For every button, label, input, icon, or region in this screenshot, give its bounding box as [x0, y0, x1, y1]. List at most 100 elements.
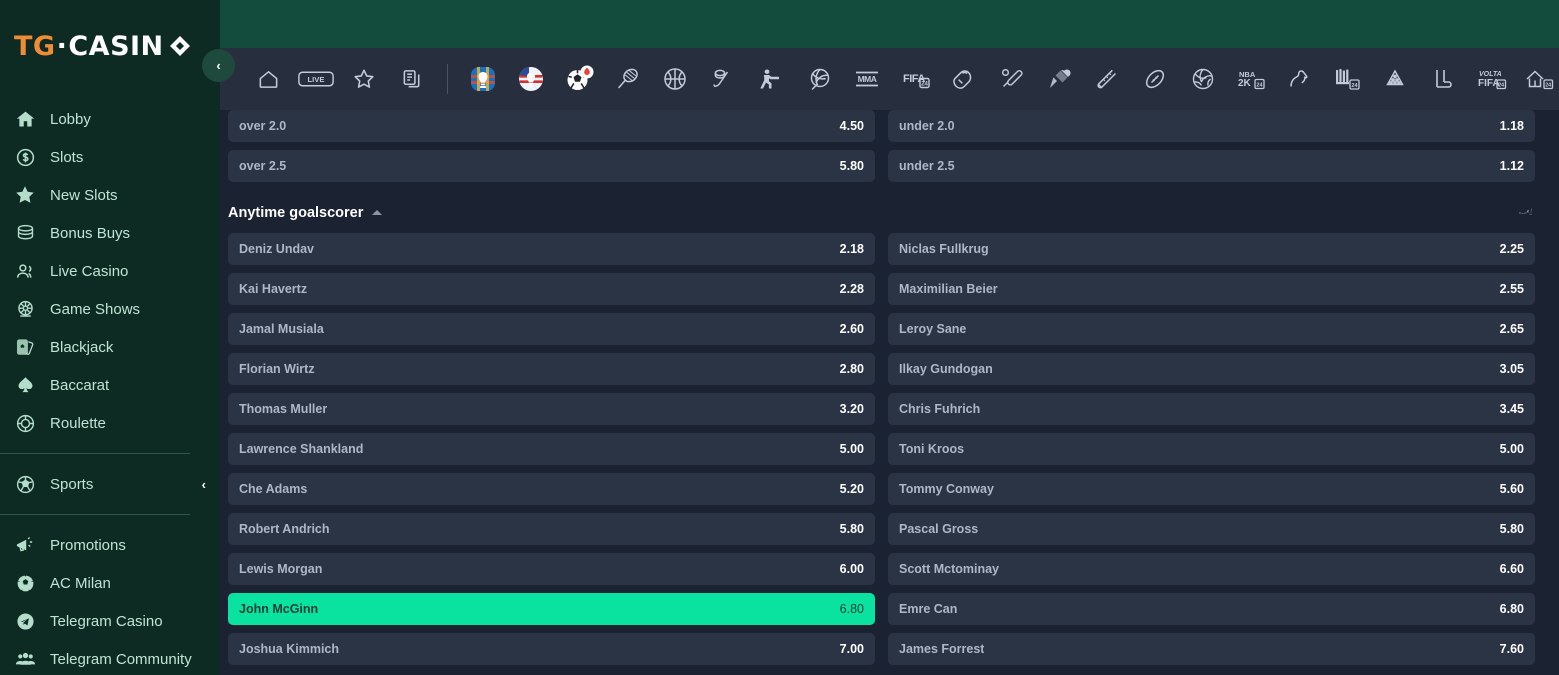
- bet-odds: 2.55: [1499, 282, 1524, 296]
- sidebar-item-label: Game Shows: [50, 300, 141, 318]
- tennis-icon[interactable]: [603, 54, 651, 104]
- nba2k-icon[interactable]: NBA 2K 24: [1227, 54, 1275, 104]
- sidebar-item-label: Sports: [50, 475, 94, 493]
- bet-odds: 2.65: [1499, 322, 1524, 336]
- bet-row[interactable]: Niclas Fullkrug 2.25: [888, 233, 1535, 265]
- bet-row[interactable]: Tommy Conway 5.60: [888, 473, 1535, 505]
- bet-row[interactable]: over 2.0 4.50: [228, 110, 875, 142]
- bet-row[interactable]: Emre Can 6.80: [888, 593, 1535, 625]
- sidebar-item-sports[interactable]: Sports ‹: [0, 465, 220, 503]
- nav-divider: [447, 64, 448, 94]
- bet-row[interactable]: Joshua Kimmich 7.00: [228, 633, 875, 665]
- bet-row[interactable]: under 2.5 1.12: [888, 150, 1535, 182]
- bet-name: Kai Havertz: [239, 282, 308, 296]
- mma-icon[interactable]: MMA: [843, 54, 891, 104]
- star-icon[interactable]: [340, 54, 388, 104]
- snooker-icon[interactable]: [1371, 54, 1419, 104]
- people-icon: [14, 260, 36, 282]
- collapse-sidebar-button[interactable]: ‹: [202, 49, 235, 82]
- badminton-icon[interactable]: [1035, 54, 1083, 104]
- svg-text:2K: 2K: [1238, 78, 1252, 89]
- sidebar-item-lobby[interactable]: Lobby: [0, 100, 220, 138]
- caret-up-icon[interactable]: [372, 210, 383, 215]
- handball-icon[interactable]: [1179, 54, 1227, 104]
- greyhound-icon[interactable]: 24: [1323, 54, 1371, 104]
- futsal-icon[interactable]: 24: [1515, 54, 1559, 104]
- bet-name: Joshua Kimmich: [239, 642, 340, 656]
- boxing-glove-icon[interactable]: [939, 54, 987, 104]
- sports-topnav: LIVE MMA FIFA 24 NBA 2K 24 24 VOLTA FIFA…: [220, 48, 1559, 110]
- sidebar-item-promotions[interactable]: Promotions: [0, 526, 220, 564]
- bet-odds: 5.80: [839, 522, 864, 536]
- bet-row[interactable]: Maximilian Beier 2.55: [888, 273, 1535, 305]
- bet-row[interactable]: Scott Mctominay 6.60: [888, 553, 1535, 585]
- copa-america-icon[interactable]: [507, 54, 555, 104]
- sidebar-item-game-shows[interactable]: Game Shows: [0, 290, 220, 328]
- live-badge-icon[interactable]: LIVE: [292, 54, 340, 104]
- bet-row[interactable]: Robert Andrich 5.80: [228, 513, 875, 545]
- rugby-icon[interactable]: [1131, 54, 1179, 104]
- page-header-banner: [220, 0, 1559, 48]
- bet-name: Toni Kroos: [899, 442, 965, 456]
- over-under-market: over 2.0 4.50 over 2.5 5.80 under 2.0 1.…: [220, 110, 1559, 190]
- bet-row[interactable]: Toni Kroos 5.00: [888, 433, 1535, 465]
- bet-row[interactable]: Jamal Musiala 2.60: [228, 313, 875, 345]
- ice-hockey-icon[interactable]: [699, 54, 747, 104]
- brand-logo[interactable]: TG · CASIN: [0, 0, 220, 92]
- sidebar-item-live-casino[interactable]: Live Casino: [0, 252, 220, 290]
- market-collapse-toggle[interactable]: Anytime goalscorer: [228, 205, 383, 221]
- cards-icon: [14, 336, 36, 358]
- over-under-right-column: under 2.0 1.18 under 2.5 1.12: [888, 110, 1535, 190]
- baseball-icon[interactable]: [1083, 54, 1131, 104]
- bet-row[interactable]: Florian Wirtz 2.80: [228, 353, 875, 385]
- pin-icon[interactable]: [1518, 204, 1535, 221]
- bet-odds: 2.60: [839, 322, 864, 336]
- volta-fifa-icon[interactable]: VOLTA FIFA 24: [1467, 54, 1515, 104]
- chevron-left-icon[interactable]: ‹: [202, 477, 206, 492]
- sidebar-item-slots[interactable]: Slots: [0, 138, 220, 176]
- bet-row[interactable]: Thomas Muller 3.20: [228, 393, 875, 425]
- sidebar-item-bonus-buys[interactable]: Bonus Buys: [0, 214, 220, 252]
- sidebar-item-blackjack[interactable]: Blackjack: [0, 328, 220, 366]
- basketball-icon[interactable]: [651, 54, 699, 104]
- bet-row[interactable]: under 2.0 1.18: [888, 110, 1535, 142]
- bet-name: Niclas Fullkrug: [899, 242, 989, 256]
- bet-row[interactable]: Deniz Undav 2.18: [228, 233, 875, 265]
- bet-slip-icon[interactable]: [388, 54, 436, 104]
- bet-row-selected[interactable]: John McGinn 6.80: [228, 593, 875, 625]
- horse-racing-icon[interactable]: [1275, 54, 1323, 104]
- bet-odds: 7.00: [839, 642, 864, 656]
- home-icon[interactable]: [244, 54, 292, 104]
- bet-row[interactable]: Ilkay Gundogan 3.05: [888, 353, 1535, 385]
- football-hot-icon[interactable]: [555, 54, 603, 104]
- bet-row[interactable]: Lawrence Shankland 5.00: [228, 433, 875, 465]
- bet-row[interactable]: Leroy Sane 2.65: [888, 313, 1535, 345]
- bet-odds: 5.80: [839, 159, 864, 173]
- sidebar-item-ac-milan[interactable]: AC Milan: [0, 564, 220, 602]
- bet-row[interactable]: Pascal Gross 5.80: [888, 513, 1535, 545]
- sidebar-item-roulette[interactable]: Roulette: [0, 404, 220, 442]
- bet-row[interactable]: Kai Havertz 2.28: [228, 273, 875, 305]
- bet-row[interactable]: Lewis Morgan 6.00: [228, 553, 875, 585]
- sidebar-item-new-slots[interactable]: New Slots: [0, 176, 220, 214]
- sidebar-item-telegram-casino[interactable]: Telegram Casino: [0, 602, 220, 640]
- bet-row[interactable]: over 2.5 5.80: [228, 150, 875, 182]
- bet-row[interactable]: James Forrest 7.60: [888, 633, 1535, 665]
- cricket-icon[interactable]: [987, 54, 1035, 104]
- esports-shooter-icon[interactable]: [747, 54, 795, 104]
- volleyball-icon[interactable]: [795, 54, 843, 104]
- app-root: TG · CASIN Lobby Slots New Slots Bonus B…: [0, 0, 1559, 675]
- svg-text:VOLTA: VOLTA: [1479, 71, 1502, 78]
- wheel-icon: [14, 298, 36, 320]
- table-tennis-icon[interactable]: [1419, 54, 1467, 104]
- bet-row[interactable]: Chris Fuhrich 3.45: [888, 393, 1535, 425]
- sidebar-item-telegram-community[interactable]: Telegram Community: [0, 640, 220, 675]
- logo-tg-text: TG: [14, 30, 56, 62]
- bet-odds: 6.80: [839, 602, 864, 616]
- spade-icon: [14, 374, 36, 396]
- sidebar-item-baccarat[interactable]: Baccarat: [0, 366, 220, 404]
- fifa24-icon[interactable]: FIFA 24: [891, 54, 939, 104]
- bet-row[interactable]: Che Adams 5.20: [228, 473, 875, 505]
- sidebar-nav: Lobby Slots New Slots Bonus Buys Live Ca…: [0, 92, 220, 675]
- euro-trophy-icon[interactable]: [459, 54, 507, 104]
